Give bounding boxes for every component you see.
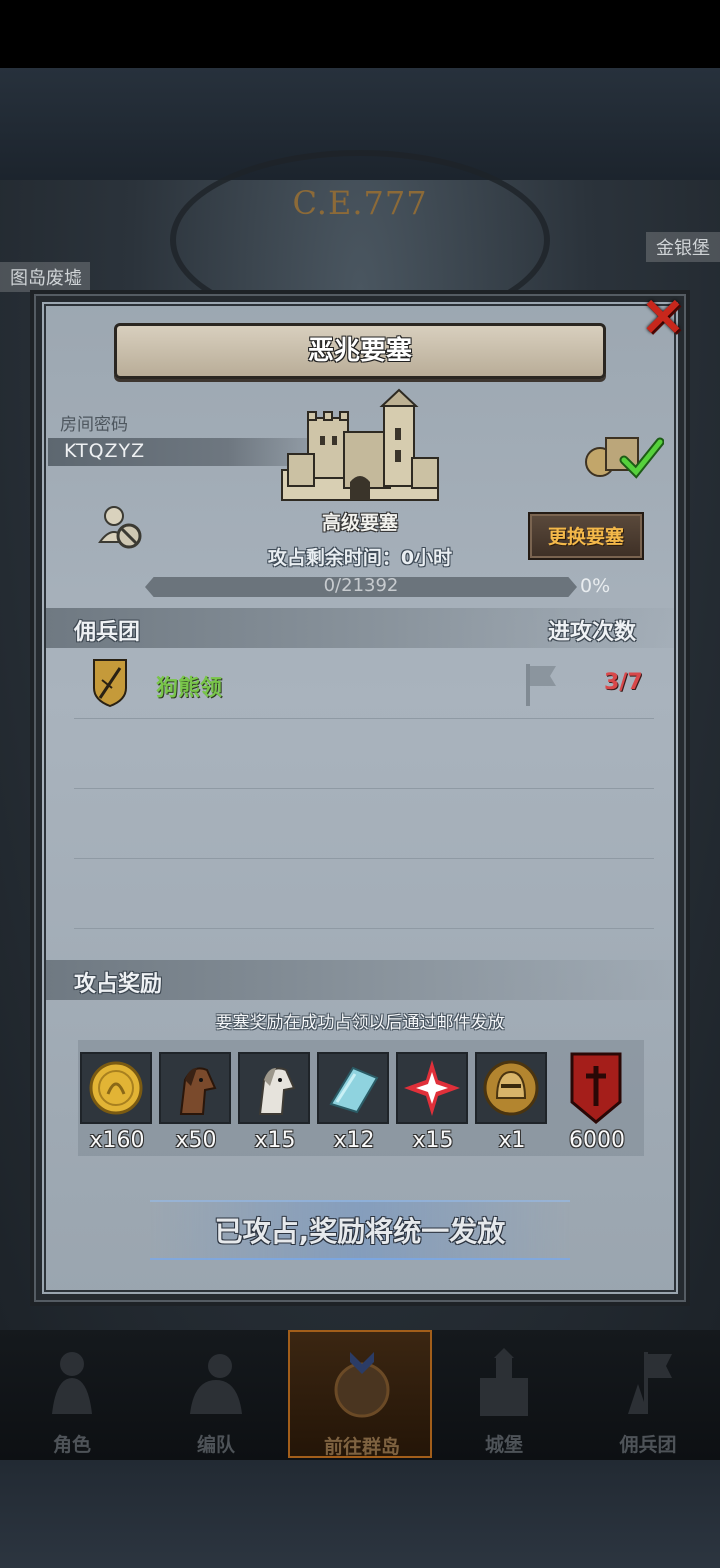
- attack-count-value: 3/7: [604, 670, 643, 695]
- nav-tab-character[interactable]: 角色: [0, 1330, 144, 1458]
- nav-tab-islands[interactable]: 前往群岛: [288, 1330, 432, 1458]
- fortress-level-label: 高级要塞: [321, 512, 398, 534]
- flag-icon: [526, 664, 556, 706]
- row-divider: [74, 858, 654, 859]
- fortress-castle-icon: [281, 388, 439, 501]
- dialog-title: 恶兆要塞: [114, 323, 606, 379]
- reward-item[interactable]: [566, 1052, 640, 1126]
- gold-coin-icon: [80, 1052, 152, 1124]
- no-npc-icon[interactable]: [96, 502, 144, 552]
- reward-header: 攻占奖励: [74, 972, 163, 997]
- compass-icon: [334, 1352, 390, 1418]
- reward-quantity: x50: [175, 1128, 217, 1153]
- nav-label: 角色: [52, 1434, 91, 1456]
- brown-horse-icon: [159, 1052, 231, 1124]
- reward-item[interactable]: [80, 1052, 154, 1126]
- squad-icon: [190, 1354, 242, 1414]
- attack-count-column-header: 进攻次数: [548, 620, 637, 645]
- reward-item[interactable]: [238, 1052, 312, 1126]
- mercenary-column-header: 佣兵团: [74, 620, 141, 645]
- bottom-backdrop: [0, 1460, 720, 1568]
- nav-tab-castle[interactable]: 城堡: [432, 1330, 576, 1458]
- map-era-label: C.E.777: [292, 184, 428, 222]
- knight-icon: [52, 1352, 92, 1414]
- reward-item[interactable]: [159, 1052, 233, 1126]
- mercenary-icon: [628, 1352, 672, 1414]
- knight-helmet-icon: [475, 1052, 547, 1124]
- nav-label: 佣兵团: [619, 1434, 677, 1456]
- capture-time-remaining: 攻占剩余时间：0小时: [267, 547, 453, 569]
- capture-progress-text: 0/21392: [323, 575, 399, 596]
- map-location-right[interactable]: 金银堡: [646, 232, 720, 262]
- red-star-icon: [396, 1052, 468, 1124]
- nav-tab-formation[interactable]: 编队: [144, 1330, 288, 1458]
- close-button[interactable]: ×: [636, 288, 690, 346]
- reward-quantity: x15: [412, 1128, 454, 1153]
- cloth-scroll-icon: [317, 1052, 389, 1124]
- nav-label: 前往群岛: [323, 1436, 400, 1458]
- reward-item[interactable]: [396, 1052, 470, 1126]
- supply-claimed-icon[interactable]: [584, 430, 664, 480]
- row-divider: [74, 788, 654, 789]
- nav-tab-mercenary[interactable]: 佣兵团: [576, 1330, 720, 1458]
- room-password-label: 房间密码: [60, 415, 128, 435]
- reward-note: 要塞奖励在成功占领以后通过邮件发放: [215, 1013, 505, 1033]
- reward-quantity: x1: [498, 1128, 526, 1153]
- nav-label: 编队: [196, 1434, 235, 1456]
- reward-item[interactable]: [317, 1052, 391, 1126]
- reward-quantity: x15: [254, 1128, 296, 1153]
- claimed-status-text: 已攻占,奖励将统一发放: [214, 1215, 506, 1248]
- guild-name[interactable]: 狗熊领: [156, 670, 222, 702]
- guild-shield-icon: [93, 659, 127, 708]
- change-fortress-button[interactable]: 更换要塞: [528, 512, 644, 560]
- castle-icon: [480, 1348, 528, 1416]
- war-banner-icon: [566, 1052, 626, 1124]
- status-bar-area: [0, 0, 720, 68]
- reward-quantity: x160: [89, 1128, 145, 1153]
- capture-progress-percent: 0%: [580, 575, 611, 597]
- room-password-value[interactable]: KTQZYZ: [64, 440, 145, 462]
- reward-quantity: x12: [333, 1128, 375, 1153]
- reward-quantity: 6000: [569, 1128, 625, 1153]
- reward-item[interactable]: [475, 1052, 549, 1126]
- white-horse-icon: [238, 1052, 310, 1124]
- row-divider: [74, 928, 654, 929]
- nav-label: 城堡: [484, 1434, 523, 1456]
- map-location-left[interactable]: 图岛废墟: [0, 262, 90, 292]
